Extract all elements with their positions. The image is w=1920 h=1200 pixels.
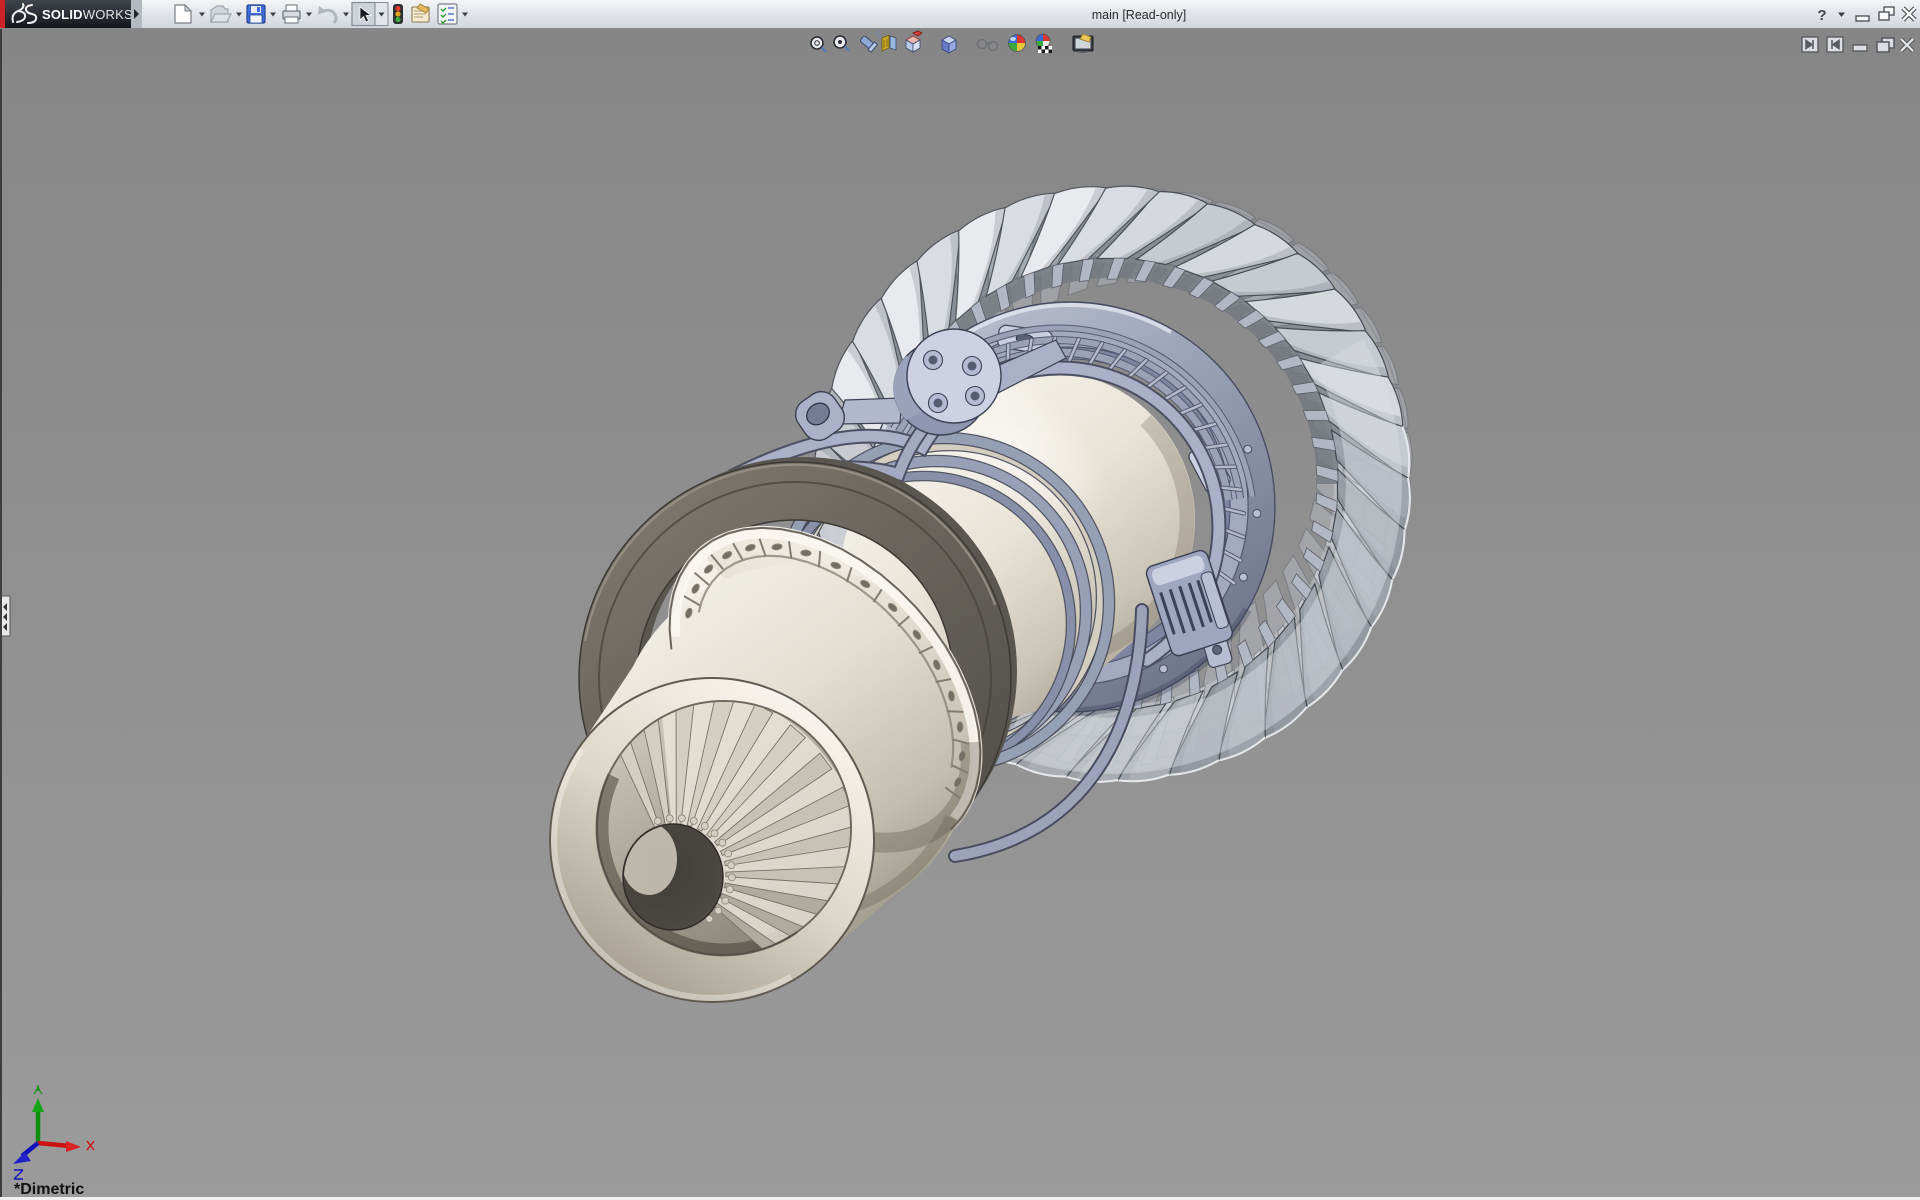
svg-text:*Dimetric: *Dimetric	[14, 1181, 84, 1198]
svg-text:SOLIDWORKS: SOLIDWORKS	[42, 7, 133, 22]
svg-text:?: ?	[1817, 7, 1826, 24]
svg-text:main [Read-only]: main [Read-only]	[1092, 8, 1187, 22]
